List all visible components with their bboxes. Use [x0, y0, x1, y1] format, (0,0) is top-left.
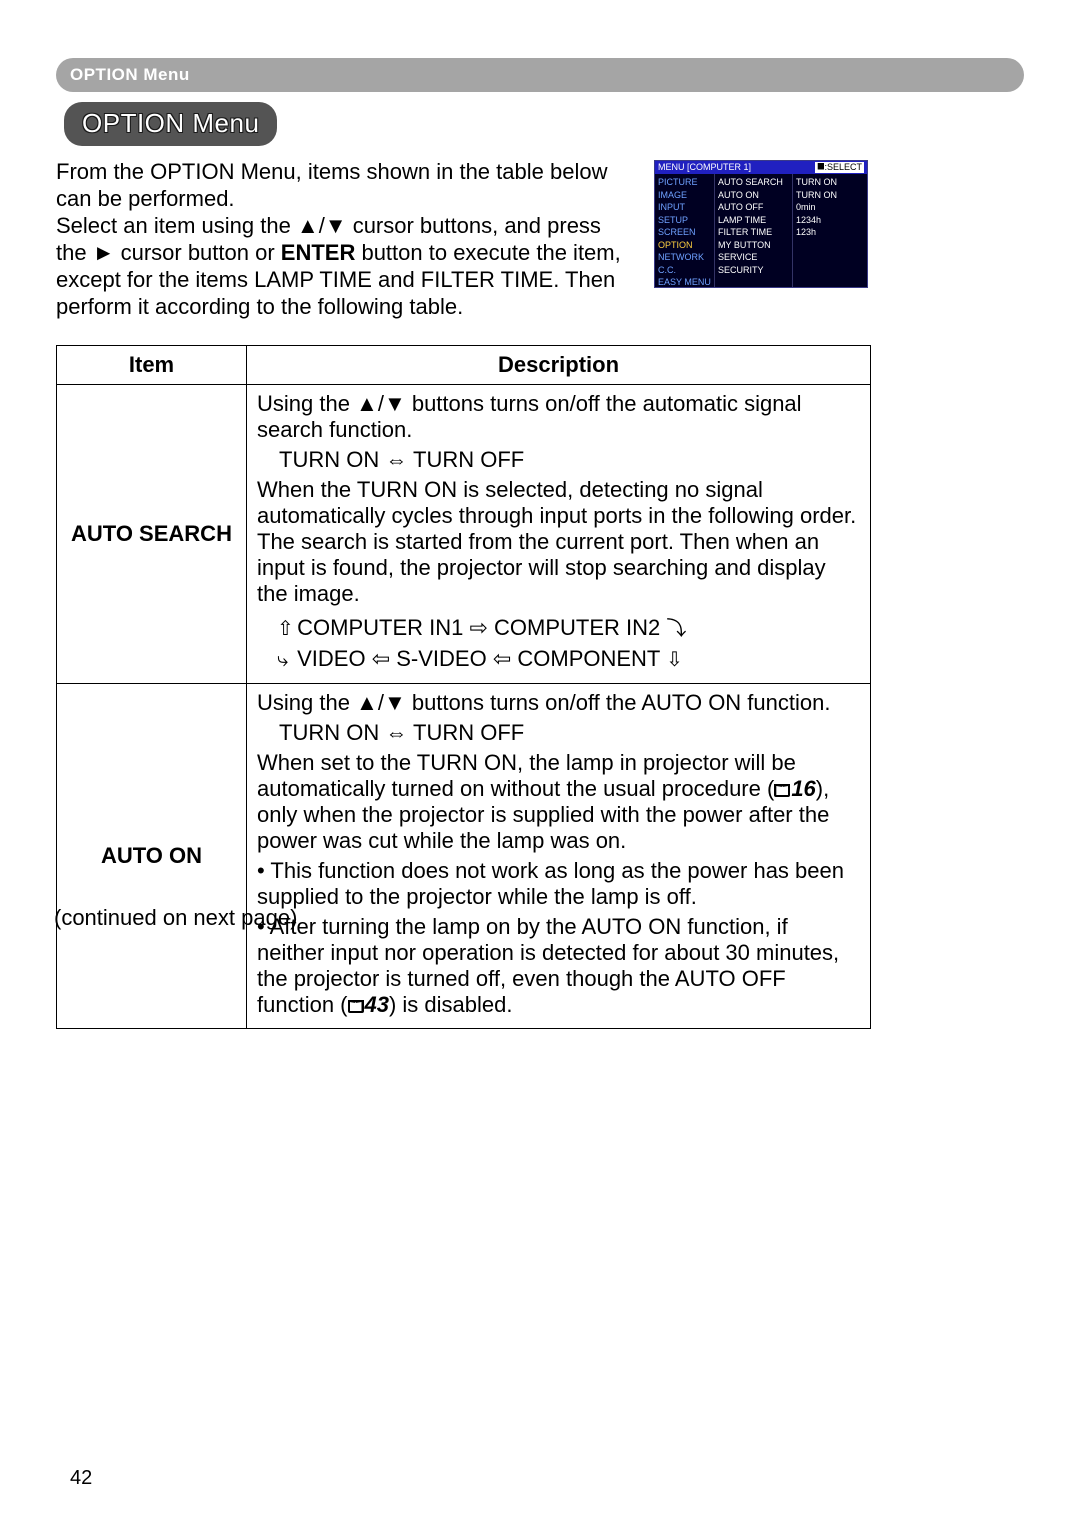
auto-search-toggle: TURN ON ⇔ TURN OFF — [257, 447, 860, 473]
flow-top: COMPUTER IN1 ⇨ COMPUTER IN2 — [297, 615, 660, 640]
row-auto-search-desc: Using the ▲/▼ buttons turns on/off the a… — [247, 385, 871, 684]
auto-search-line1: Using the ▲/▼ buttons turns on/off the a… — [257, 391, 860, 443]
osd-menu-image: IMAGE — [658, 189, 711, 202]
osd-value-3: 1234h — [796, 214, 864, 227]
flow-corner-icon: ⤷ — [277, 645, 291, 675]
osd-screenshot: MENU [COMPUTER 1] ⯀:SELECT PICTUREIMAGEI… — [654, 160, 868, 288]
breadcrumb-bar: OPTION Menu — [56, 58, 1024, 92]
osd-menu-input: INPUT — [658, 201, 711, 214]
row-auto-search-item: AUTO SEARCH — [57, 385, 247, 684]
osd-items-column: AUTO SEARCHAUTO ONAUTO OFFLAMP TIMEFILTE… — [715, 174, 793, 287]
intro-line1: From the OPTION Menu, items shown in the… — [56, 159, 607, 211]
auto-on-b2a: • After turning the lamp on by the AUTO … — [257, 914, 839, 1017]
continued-note: (continued on next page) — [54, 905, 297, 931]
row-auto-on-item: AUTO ON — [57, 684, 247, 1029]
osd-value-6 — [796, 251, 864, 264]
osd-value-2: 0min — [796, 201, 864, 214]
intro-paragraph: From the OPTION Menu, items shown in the… — [56, 158, 636, 320]
osd-header: MENU [COMPUTER 1] ⯀:SELECT — [655, 161, 867, 174]
osd-body: PICTUREIMAGEINPUTSETUPSCREENOPTIONNETWOR… — [655, 174, 867, 287]
ref-43: 43 — [365, 992, 389, 1017]
osd-item-auto-on: AUTO ON — [718, 189, 789, 202]
enter-label: ENTER — [281, 240, 356, 265]
auto-on-bullet1: • This function does not work as long as… — [257, 858, 860, 910]
flow-arrow-up-icon: ⇧ — [277, 614, 291, 644]
manual-ref-icon — [774, 784, 790, 797]
auto-on-toggle: TURN ON ⇔ TURN OFF — [257, 720, 860, 746]
auto-on-para1: When set to the TURN ON, the lamp in pro… — [257, 750, 860, 854]
manual-ref-icon — [348, 1000, 364, 1013]
osd-item-auto-search: AUTO SEARCH — [718, 176, 789, 189]
osd-item-security: SECURITY — [718, 264, 789, 277]
osd-menu-setup: SETUP — [658, 214, 711, 227]
osd-menu-easy-menu: EASY MENU — [658, 276, 711, 289]
auto-on-bullet2: • After turning the lamp on by the AUTO … — [257, 914, 860, 1018]
section-title: OPTION Menu — [82, 108, 259, 138]
osd-value-1: TURN ON — [796, 189, 864, 202]
signal-flow-diagram: ⇧ COMPUTER IN1 ⇨ COMPUTER IN2 ⤵ ⤷ VIDEO … — [277, 613, 860, 675]
ref-16: 16 — [791, 776, 815, 801]
osd-menu-c-c-: C.C. — [658, 264, 711, 277]
flow-arrow-down-icon: ⇩ — [666, 645, 680, 675]
osd-header-left: MENU [COMPUTER 1] — [658, 162, 751, 173]
osd-menu-option: OPTION — [658, 239, 711, 252]
auto-on-line1: Using the ▲/▼ buttons turns on/off the A… — [257, 690, 860, 716]
osd-item-lamp-time: LAMP TIME — [718, 214, 789, 227]
section-title-pill: OPTION Menu — [64, 102, 277, 146]
auto-on-p1a: When set to the TURN ON, the lamp in pro… — [257, 750, 796, 801]
osd-menu-network: NETWORK — [658, 251, 711, 264]
osd-value-5 — [796, 239, 864, 252]
osd-item-auto-off: AUTO OFF — [718, 201, 789, 214]
osd-item-service: SERVICE — [718, 251, 789, 264]
th-item: Item — [57, 346, 247, 385]
flow-corner-icon: ⤵ — [666, 614, 680, 644]
osd-value-4: 123h — [796, 226, 864, 239]
osd-values-column: TURN ONTURN ON0min1234h123h — [793, 174, 867, 287]
osd-menu-screen: SCREEN — [658, 226, 711, 239]
osd-item-my-button: MY BUTTON — [718, 239, 789, 252]
row-auto-on-desc: Using the ▲/▼ buttons turns on/off the A… — [247, 684, 871, 1029]
breadcrumb-text: OPTION Menu — [70, 65, 190, 85]
osd-menu-picture: PICTURE — [658, 176, 711, 189]
th-description: Description — [247, 346, 871, 385]
flow-bottom: VIDEO ⇦ S-VIDEO ⇦ COMPONENT — [297, 646, 660, 671]
osd-header-right: ⯀:SELECT — [815, 162, 864, 173]
auto-on-b2b: ) is disabled. — [389, 992, 513, 1017]
osd-menu-column: PICTUREIMAGEINPUTSETUPSCREENOPTIONNETWOR… — [655, 174, 715, 287]
osd-value-0: TURN ON — [796, 176, 864, 189]
auto-search-para: When the TURN ON is selected, detecting … — [257, 477, 860, 607]
osd-value-7 — [796, 264, 864, 277]
page-number: 42 — [70, 1467, 92, 1490]
osd-item-filter-time: FILTER TIME — [718, 226, 789, 239]
